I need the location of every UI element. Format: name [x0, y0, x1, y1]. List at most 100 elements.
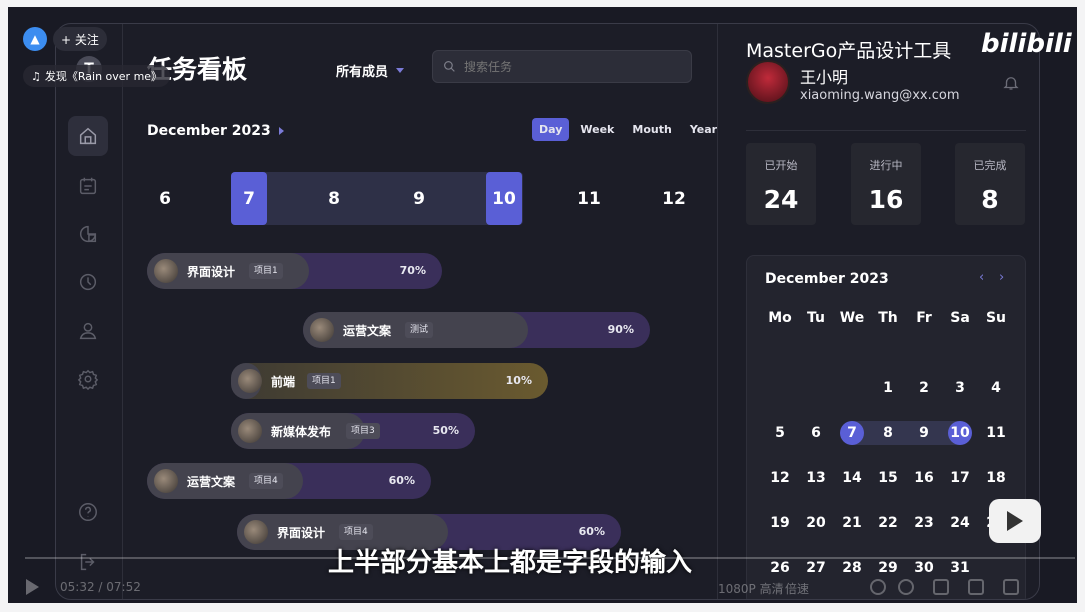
task-board-app: T 任务看板 所有成员 December 2023 Day Week Mouth… — [55, 23, 1040, 600]
search-box[interactable] — [432, 50, 692, 83]
task-bar[interactable]: 前端 项目1 10% — [231, 363, 548, 399]
settings-icon[interactable] — [68, 359, 108, 399]
search-input[interactable] — [464, 59, 664, 74]
play-icon[interactable] — [26, 579, 39, 595]
help-icon[interactable] — [68, 492, 108, 532]
calendar-day[interactable]: 10 — [948, 421, 972, 445]
profile-email: xiaoming.wang@xx.com — [800, 88, 960, 103]
calendar-day[interactable]: 22 — [876, 511, 900, 535]
divider — [746, 130, 1026, 131]
chevron-down-icon — [396, 68, 405, 73]
user-icon[interactable] — [68, 311, 108, 351]
task-bar[interactable]: 界面设计 项目1 70% — [147, 253, 442, 289]
calendar-day[interactable]: 23 — [912, 511, 936, 535]
calendar-day[interactable]: 2 — [912, 376, 936, 400]
task-avatar — [244, 520, 268, 544]
video-progress-bar[interactable] — [25, 557, 1075, 559]
view-month[interactable]: Mouth — [625, 118, 678, 141]
fullscreen-icon[interactable] — [1003, 579, 1019, 595]
weekday-header: Tu — [807, 310, 825, 326]
calendar-day[interactable]: 16 — [912, 466, 936, 490]
task-percent: 60% — [578, 525, 605, 538]
calendar-day[interactable]: 15 — [876, 466, 900, 490]
volume-icon[interactable] — [870, 579, 886, 595]
search-icon — [444, 61, 455, 72]
task-avatar — [238, 419, 262, 443]
stat-value: 24 — [763, 185, 799, 214]
weekday-header: We — [839, 310, 865, 326]
avatar[interactable] — [746, 60, 790, 104]
task-tag: 项目1 — [249, 263, 283, 279]
video-time: 05:32 / 07:52 — [60, 580, 141, 594]
calendar-day[interactable]: 6 — [804, 421, 828, 445]
day-cell[interactable]: 11 — [571, 172, 607, 225]
stat-in-progress: 进行中 16 — [851, 143, 921, 225]
calendar-day[interactable]: 4 — [984, 376, 1008, 400]
chart-icon[interactable] — [68, 214, 108, 254]
calendar-next-button[interactable]: › — [999, 270, 1004, 285]
calendar-day[interactable]: 24 — [948, 511, 972, 535]
view-switcher: Day Week Mouth Year — [532, 118, 724, 141]
view-week[interactable]: Week — [573, 118, 621, 141]
calendar-day[interactable]: 20 — [804, 511, 828, 535]
selected-range — [852, 421, 960, 445]
day-cell[interactable]: 6 — [147, 172, 183, 225]
calendar-day[interactable]: 18 — [984, 466, 1008, 490]
stat-label: 已完成 — [973, 159, 1007, 172]
calendar-day[interactable]: 17 — [948, 466, 972, 490]
main-panel: 任务看板 所有成员 December 2023 Day Week Mouth Y… — [123, 24, 717, 599]
music-tag[interactable]: ♫ 发现《Rain over me》 — [23, 65, 171, 87]
calendar-day[interactable]: 11 — [984, 421, 1008, 445]
day-cell[interactable]: 7 — [231, 172, 267, 225]
timeline-month-label: December 2023 — [147, 123, 271, 139]
follow-button[interactable]: + 关注 — [53, 27, 107, 51]
timeline-day-row: 6 7 8 9 10 11 12 — [123, 172, 717, 225]
task-name: 运营文案 — [343, 324, 392, 338]
weekday-header: Su — [985, 310, 1007, 326]
calendar-day[interactable]: 3 — [948, 376, 972, 400]
task-name: 界面设计 — [187, 265, 236, 279]
widescreen-icon[interactable] — [968, 579, 984, 595]
calendar-icon[interactable] — [68, 166, 108, 206]
calendar-day[interactable]: 21 — [840, 511, 864, 535]
member-filter-dropdown[interactable]: 所有成员 — [336, 61, 405, 80]
settings-icon[interactable] — [898, 579, 914, 595]
calendar-day[interactable]: 9 — [912, 421, 936, 445]
task-tag: 项目3 — [346, 423, 380, 439]
home-icon[interactable] — [68, 116, 108, 156]
calendar-day[interactable]: 8 — [876, 421, 900, 445]
calendar-day[interactable]: 1 — [876, 376, 900, 400]
video-frame: T 任务看板 所有成员 December 2023 Day Week Mouth… — [8, 7, 1077, 603]
pip-icon[interactable] — [933, 579, 949, 595]
calendar-day[interactable]: 19 — [768, 511, 792, 535]
day-cell[interactable]: 9 — [401, 172, 437, 225]
weekday-header: Sa — [950, 310, 970, 326]
day-cell[interactable]: 10 — [486, 172, 522, 225]
quality-button[interactable]: 1080P 高清 — [718, 580, 784, 597]
bilibili-tv-play-icon[interactable] — [989, 499, 1041, 543]
calendar-day[interactable]: 5 — [768, 421, 792, 445]
calendar-day[interactable]: 14 — [840, 466, 864, 490]
uploader-logo-icon[interactable]: ▲ — [23, 27, 47, 51]
task-bar[interactable]: 运营文案 项目4 60% — [147, 463, 431, 499]
day-cell[interactable]: 8 — [316, 172, 352, 225]
calendar-day[interactable]: 12 — [768, 466, 792, 490]
task-bar[interactable]: 运营文案 测试 90% — [303, 312, 650, 348]
weekday-header: Mo — [768, 310, 792, 326]
calendar-day[interactable]: 13 — [804, 466, 828, 490]
day-cell[interactable]: 12 — [656, 172, 692, 225]
selected-range — [231, 172, 523, 225]
clock-icon[interactable] — [68, 262, 108, 302]
view-day[interactable]: Day — [532, 118, 570, 141]
calendar-title: December 2023 — [765, 271, 889, 287]
task-bar[interactable]: 新媒体发布 项目3 50% — [231, 413, 475, 449]
calendar-prev-button[interactable]: ‹ — [979, 270, 984, 285]
calendar-day[interactable]: 7 — [840, 421, 864, 445]
profile-name: 王小明 — [800, 68, 849, 87]
mini-calendar: December 2023 ‹ › Mo Tu We Th Fr Sa Su 1 2 3 4 5 6 7 8… — [746, 255, 1026, 599]
timeline-month[interactable]: December 2023 — [147, 123, 284, 139]
stat-value: 16 — [868, 185, 904, 214]
bell-icon[interactable] — [1002, 74, 1020, 92]
task-tag: 项目1 — [307, 373, 341, 389]
speed-button[interactable]: 倍速 — [785, 580, 809, 597]
